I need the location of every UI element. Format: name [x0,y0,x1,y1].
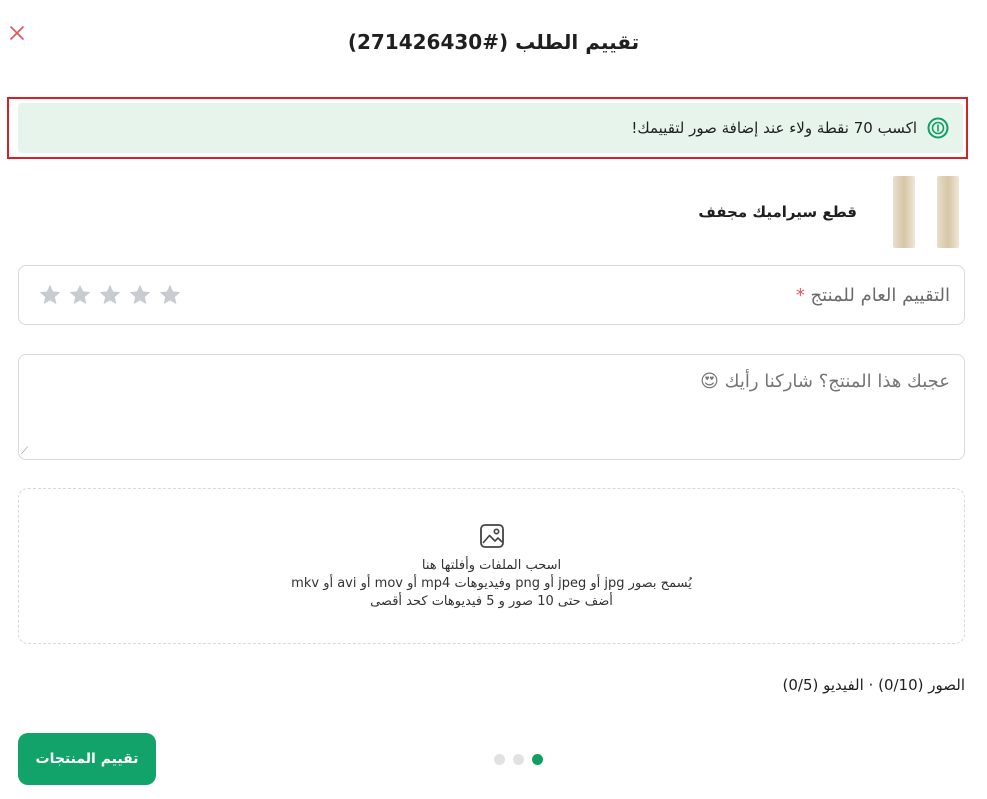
loyalty-points-icon [927,117,949,139]
step-dot [513,754,524,765]
review-field: ⟋ [18,354,965,460]
loyalty-banner: اكسب 70 نقطة ولاء عند إضافة صور لتقييمك! [18,103,963,153]
star-icon[interactable] [67,282,93,308]
resize-handle[interactable]: ⟋ [21,447,31,457]
rating-label: التقييم العام للمنتج * [792,285,950,306]
loyalty-banner-text: اكسب 70 نقطة ولاء عند إضافة صور لتقييمك! [631,119,917,137]
page-title: تقييم الطلب (#271426430) [347,30,640,54]
step-dot [532,754,543,765]
media-dropzone[interactable]: اسحب الملفات وأفلتها هنا يُسمح بصور jpg … [18,488,965,644]
star-icon[interactable] [127,282,153,308]
dropzone-instruction: اسحب الملفات وأفلتها هنا [421,558,562,573]
star-icon[interactable] [157,282,183,308]
star-icon[interactable] [37,282,63,308]
overall-rating-field: التقييم العام للمنتج * [18,265,965,325]
rating-label-text: التقييم العام للمنتج [810,284,950,306]
required-mark: * [795,284,805,306]
review-textarea[interactable] [19,355,964,459]
dropzone-limits: أضف حتى 10 صور و 5 فيديوهات كحد أقصى [370,594,613,609]
media-counts: الصور (0/10) · الفيديو (0/5) [782,676,965,694]
image-icon [477,521,507,551]
dropzone-formats: يُسمح بصور jpg أو jpeg أو png وفيديوهات … [291,576,692,591]
step-indicator [494,754,543,765]
submit-rating-button[interactable]: تقييم المنتجات [18,733,156,785]
star-rating[interactable] [37,282,183,308]
step-dot [494,754,505,765]
product-name: قطع سيراميك مجفف [698,203,857,221]
product-thumbnail [875,176,969,248]
product-row: قطع سيراميك مجفف [698,176,969,248]
star-icon[interactable] [97,282,123,308]
